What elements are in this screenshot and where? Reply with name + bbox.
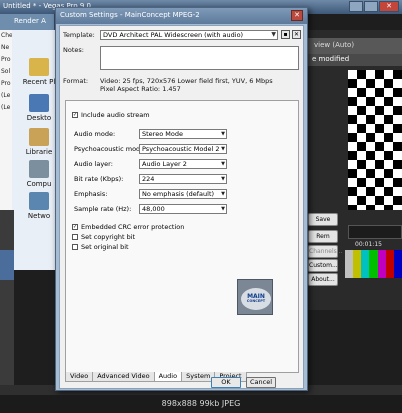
format-line: Video: 25 fps, 720x576 Lower field first… — [100, 77, 273, 85]
place-label: Netwo — [27, 212, 51, 220]
format-line: Pixel Aspect Ratio: 1.457 — [100, 85, 181, 93]
audio-layer-select[interactable]: Audio Layer 2 ▼ — [139, 159, 227, 169]
computer-icon — [29, 160, 49, 178]
crc-checkbox[interactable]: ✓ — [72, 224, 78, 230]
timecode-display — [348, 225, 402, 239]
dialog-body: Template: DVD Architect PAL Widescreen (… — [59, 25, 304, 389]
timecode-value: 00:01:15 — [355, 241, 382, 248]
psychoacoustic-value: Psychoacoustic Model 2 — [142, 145, 220, 153]
recent-places-icon — [29, 58, 49, 76]
modified-header: e modified — [308, 54, 402, 66]
audio-mode-label: Audio mode: — [74, 130, 116, 138]
maximize-icon[interactable] — [364, 1, 378, 12]
bit-rate-label: Bit rate (Kbps): — [74, 175, 124, 183]
original-label: Set original bit — [81, 243, 129, 251]
left-nav-item[interactable]: (Le — [0, 102, 12, 114]
original-checkbox[interactable] — [72, 244, 78, 250]
host-window-controls — [349, 1, 399, 12]
place-network[interactable]: Netwo — [22, 192, 56, 220]
minimize-icon[interactable] — [349, 1, 363, 12]
bit-rate-value: 224 — [142, 175, 155, 183]
custom-settings-dialog: Custom Settings - MainConcept MPEG-2 ✕ T… — [55, 7, 308, 391]
psychoacoustic-label: Psychoacoustic model: — [74, 145, 149, 153]
dialog-title-bar: Custom Settings - MainConcept MPEG-2 ✕ — [56, 8, 307, 24]
psychoacoustic-select[interactable]: Psychoacoustic Model 2 ▼ — [139, 144, 227, 154]
logo-text: MAIN CONCEPT — [241, 294, 271, 304]
place-libraries[interactable]: Librarie — [22, 128, 56, 156]
custom-button[interactable]: Custom... — [308, 259, 338, 272]
timeline-track-header — [0, 210, 14, 390]
template-dropdown[interactable]: DVD Architect PAL Widescreen (with audio… — [100, 30, 278, 40]
tab-audio[interactable]: Audio — [153, 372, 183, 382]
preview-quality-label[interactable]: view (Auto) — [308, 38, 402, 54]
audio-mode-select[interactable]: Stereo Mode ▼ — [139, 129, 227, 139]
place-label: Deskto — [26, 114, 52, 122]
left-nav-item[interactable]: Pro — [0, 54, 12, 66]
crc-label: Embedded CRC error protection — [81, 223, 185, 231]
template-value: DVD Architect PAL Widescreen (with audio… — [103, 31, 244, 39]
place-label: Recent Pl — [22, 78, 56, 86]
chevron-down-icon: ▼ — [221, 146, 225, 152]
copyright-checkbox[interactable] — [72, 234, 78, 240]
left-nav-item[interactable]: (Le — [0, 90, 12, 102]
mainconcept-logo: MAIN CONCEPT — [237, 279, 273, 315]
emphasis-value: No emphasis (default) — [142, 190, 215, 198]
place-computer[interactable]: Compu — [22, 160, 56, 188]
notes-label: Notes: — [63, 46, 84, 54]
image-caption: 898x888 99kb JPEG — [0, 395, 402, 413]
timeline-clip[interactable] — [0, 250, 14, 280]
chevron-down-icon: ▼ — [221, 176, 225, 182]
audio-mode-value: Stereo Mode — [142, 130, 183, 138]
chevron-down-icon: ▼ — [221, 206, 225, 212]
include-audio-label: Include audio stream — [81, 111, 150, 119]
template-label: Template: — [63, 31, 95, 39]
ok-button[interactable]: OK — [211, 377, 241, 388]
left-nav-item[interactable]: Che — [0, 30, 12, 42]
libraries-icon — [29, 128, 49, 146]
logo-word: CONCEPT — [246, 299, 266, 303]
audio-layer-label: Audio layer: — [74, 160, 113, 168]
tab-advanced-video[interactable]: Advanced Video — [92, 372, 155, 382]
close-icon[interactable] — [379, 1, 399, 12]
about-button[interactable]: About... — [308, 273, 338, 286]
network-icon — [29, 192, 49, 210]
format-details: Video: 25 fps, 720x576 Lower field first… — [100, 77, 273, 93]
render-window-title: Render A — [0, 14, 55, 30]
channels-button[interactable]: Channels... — [308, 245, 342, 258]
place-desktop[interactable]: Deskto — [22, 94, 56, 122]
dialog-title: Custom Settings - MainConcept MPEG-2 — [60, 11, 200, 19]
desktop-icon — [29, 94, 49, 112]
audio-layer-value: Audio Layer 2 — [142, 160, 187, 168]
include-audio-checkbox[interactable]: ✓ — [72, 112, 78, 118]
notes-field[interactable] — [100, 46, 299, 70]
format-label: Format: — [63, 77, 89, 85]
dialog-close-icon[interactable]: ✕ — [291, 10, 303, 21]
save-template-button[interactable]: Save — [308, 213, 338, 226]
sample-rate-select[interactable]: 48,000 ▼ — [139, 204, 227, 214]
video-preview — [348, 70, 402, 210]
delete-template-icon[interactable]: ✕ — [292, 30, 301, 39]
color-bars-thumbnail — [345, 250, 402, 278]
cancel-button[interactable]: Cancel — [246, 377, 276, 388]
chevron-down-icon: ▼ — [221, 191, 225, 197]
left-nav-item[interactable]: Pro — [0, 78, 12, 90]
bit-rate-select[interactable]: 224 ▼ — [139, 174, 227, 184]
emphasis-label: Emphasis: — [74, 190, 108, 198]
left-nav-item[interactable]: Sol — [0, 66, 12, 78]
audio-tab-panel: ✓ Include audio stream Audio mode: Stere… — [65, 100, 299, 373]
chevron-down-icon: ▼ — [271, 31, 276, 38]
sample-rate-value: 48,000 — [142, 205, 165, 213]
place-recent[interactable]: Recent Pl — [22, 58, 56, 86]
save-template-icon[interactable]: ▪ — [281, 30, 290, 39]
place-label: Compu — [26, 180, 52, 188]
left-nav-item[interactable]: Ne — [0, 42, 12, 54]
copyright-label: Set copyright bit — [81, 233, 136, 241]
chevron-down-icon: ▼ — [221, 131, 225, 137]
emphasis-select[interactable]: No emphasis (default) ▼ — [139, 189, 227, 199]
tab-video[interactable]: Video — [65, 372, 94, 382]
remove-template-button[interactable]: Rem — [308, 230, 338, 243]
sample-rate-label: Sample rate (Hz): — [74, 205, 132, 213]
chevron-down-icon: ▼ — [221, 161, 225, 167]
place-label: Librarie — [25, 148, 53, 156]
